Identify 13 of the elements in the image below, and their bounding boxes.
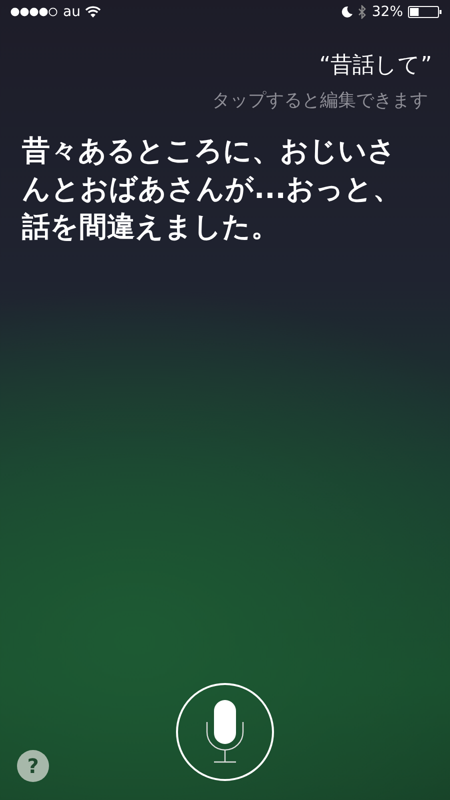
siri-response: 昔々あるところに、おじいさんとおばあさんが...おっと、話を間違えました。 [22,133,402,245]
carrier-name: au [63,4,80,20]
signal-icon [10,7,58,17]
wifi-icon [85,6,102,18]
spoken-query[interactable]: “昔話して” [319,50,450,80]
microphone-icon [205,699,245,765]
battery-percent: 32% [372,4,403,20]
battery-icon [408,6,442,18]
moon-icon [340,6,353,18]
bluetooth-icon [358,5,367,19]
help-button[interactable]: ? [17,750,49,782]
edit-hint: タップすると編集できます [212,89,429,112]
microphone-button[interactable] [176,683,274,781]
